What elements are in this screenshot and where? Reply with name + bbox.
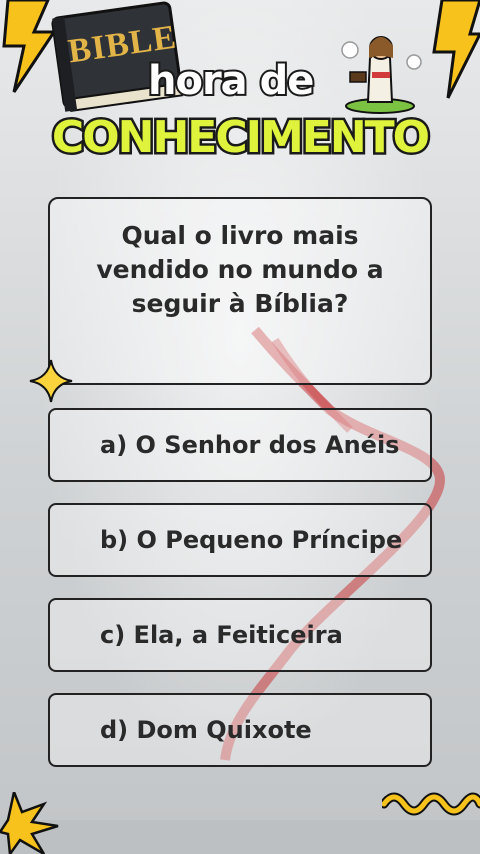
title-conhecimento: CONHECIMENTO bbox=[49, 110, 432, 166]
title-hora-de: hora de bbox=[146, 56, 316, 106]
answer-option-d[interactable]: d) Dom Quixote bbox=[48, 693, 432, 767]
answer-option-c[interactable]: c) Ela, a Feiticeira bbox=[48, 598, 432, 672]
lightning-bolt-icon bbox=[432, 0, 480, 99]
starburst-icon bbox=[0, 792, 59, 854]
question-text: Qual o livro mais vendido no mundo a seg… bbox=[96, 221, 384, 318]
zigzag-wave-icon bbox=[382, 792, 480, 816]
answer-option-label: d) Dom Quixote bbox=[100, 716, 312, 744]
answer-option-label: c) Ela, a Feiticeira bbox=[100, 621, 343, 649]
answer-option-a[interactable]: a) O Senhor dos Anéis bbox=[48, 408, 432, 482]
answer-option-label: a) O Senhor dos Anéis bbox=[100, 431, 400, 459]
jesus-character-icon bbox=[341, 36, 422, 114]
question-card: Qual o livro mais vendido no mundo a seg… bbox=[48, 197, 432, 385]
answer-option-b[interactable]: b) O Pequeno Príncipe bbox=[48, 503, 432, 577]
answer-option-label: b) O Pequeno Príncipe bbox=[100, 526, 403, 554]
sparkle-star-icon bbox=[29, 359, 73, 403]
header: BIBLE hora de CONHECIMENTO bbox=[0, 0, 480, 175]
